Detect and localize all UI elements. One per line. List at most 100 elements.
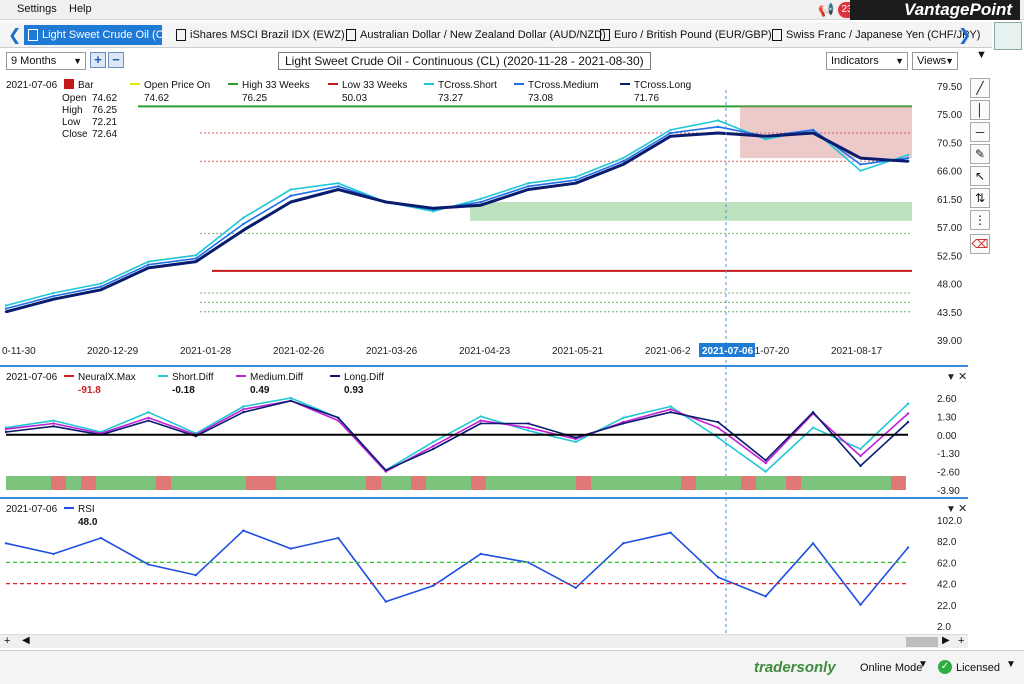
data-point [811,131,815,135]
data-point [527,426,530,429]
neuralx-heat-cell [441,476,456,490]
data-point [479,552,482,556]
chevron-down-icon[interactable]: ▼ [1006,659,1024,670]
data-point [574,440,577,444]
data-point [574,178,577,182]
data-point [574,175,577,179]
legend-value: 76.25 [242,93,267,104]
neural-legend-value: -0.18 [172,385,195,396]
ohlc-high-label: High [62,105,83,116]
data-point [906,156,910,160]
data-point [621,160,625,163]
data-point [147,563,150,566]
data-point [4,430,8,434]
data-point [337,185,340,188]
horizontal-scrollbar[interactable]: + ◀ ▶ + [0,634,968,648]
price-y-tick: 48.00 [937,280,962,291]
data-point [432,447,435,451]
legend-name: TCross.Short [438,80,497,91]
rsi-y-tick: 2.0 [937,622,951,633]
price-y-tick: 79.50 [937,82,962,93]
data-point [621,416,625,420]
support-zone [470,202,912,221]
data-point [859,603,862,606]
neuralx-heat-cell [276,476,291,490]
neuralx-heat-cell [636,476,651,490]
data-point [479,200,482,204]
data-point [479,203,482,207]
neuralx-heat-cell [396,476,411,490]
data-point [669,134,672,138]
neuralx-heat-cell [561,476,576,490]
neuralx-heat-cell [81,476,96,490]
price-y-tick: 75.00 [937,110,962,121]
data-point [764,138,767,141]
data-point [811,128,815,132]
bar-icon [64,79,74,89]
data-point [764,595,767,598]
data-point [716,576,720,579]
neuralx-heat-cell [336,476,351,490]
add-panel-icon[interactable]: + [4,635,10,647]
data-point [242,410,245,414]
scroll-left-icon[interactable]: ◀ [22,635,30,646]
charts-canvas[interactable]: 79.5075.0070.5066.0061.5057.0052.5048.00… [0,0,1024,650]
chevron-down-icon[interactable]: ▼ [918,659,938,670]
data-point [99,536,103,540]
data-point [716,119,720,122]
data-point [716,436,720,439]
neuralx-heat-cell [651,476,666,490]
neural-panel-close-icon: ✕ [958,371,967,383]
legend-bar-label: Bar [78,80,94,91]
neuralx-heat-cell [756,476,771,490]
data-point [621,422,625,425]
data-point [906,153,910,157]
zoom-icon[interactable]: + [958,635,964,647]
data-point [384,600,387,603]
neuralx-heat-cell [231,476,246,490]
data-point [859,447,862,451]
rsi-y-tick: 42.0 [937,580,957,591]
ohlc-open-value: 74.62 [92,93,117,104]
neuralx-heat-cell [96,476,111,490]
data-point [479,422,482,425]
data-point [906,420,910,424]
data-point [289,188,293,191]
data-point [4,310,8,313]
data-point [337,188,340,191]
neuralx-heat-cell [411,476,426,490]
data-point [242,529,245,532]
data-point [574,436,577,439]
data-point [99,288,103,292]
neuralx-heat-cell [816,476,831,490]
data-point [906,402,910,405]
data-point [859,156,862,160]
neuralx-heat-cell [321,476,336,490]
neural-legend-value: 0.93 [344,385,364,396]
data-point [432,440,435,444]
scroll-right-icon[interactable]: ▶ [942,635,950,646]
neuralx-heat-cell [381,476,396,490]
status-bar: tradersonly Online Mode ▼ ✓ Licensed ▼ [0,650,1024,684]
neuralx-heat-cell [711,476,726,490]
check-icon: ✓ [938,660,952,674]
neural-y-tick: 2.60 [937,394,957,405]
data-point [194,254,198,257]
ohlc-close-value: 72.64 [92,129,117,140]
rsi-legend-date: 2021-07-06 [6,504,58,515]
neuralx-heat-cell [141,476,156,490]
neuralx-heat-cell [831,476,846,490]
data-point [527,185,530,188]
data-point [147,260,150,263]
data-point [52,552,55,556]
x-tick-label: 2021-01-28 [180,346,232,357]
data-point [99,282,103,285]
rsi-legend-value: 48.0 [78,517,98,528]
tradersonly-logo: tradersonly [754,659,836,676]
neuralx-heat-cell [246,476,261,490]
neuralx-heat-cell [606,476,621,490]
scroll-thumb[interactable] [906,637,938,647]
neuralx-heat-cell [456,476,471,490]
legend-name: TCross.Medium [528,80,599,91]
data-point [669,410,672,414]
